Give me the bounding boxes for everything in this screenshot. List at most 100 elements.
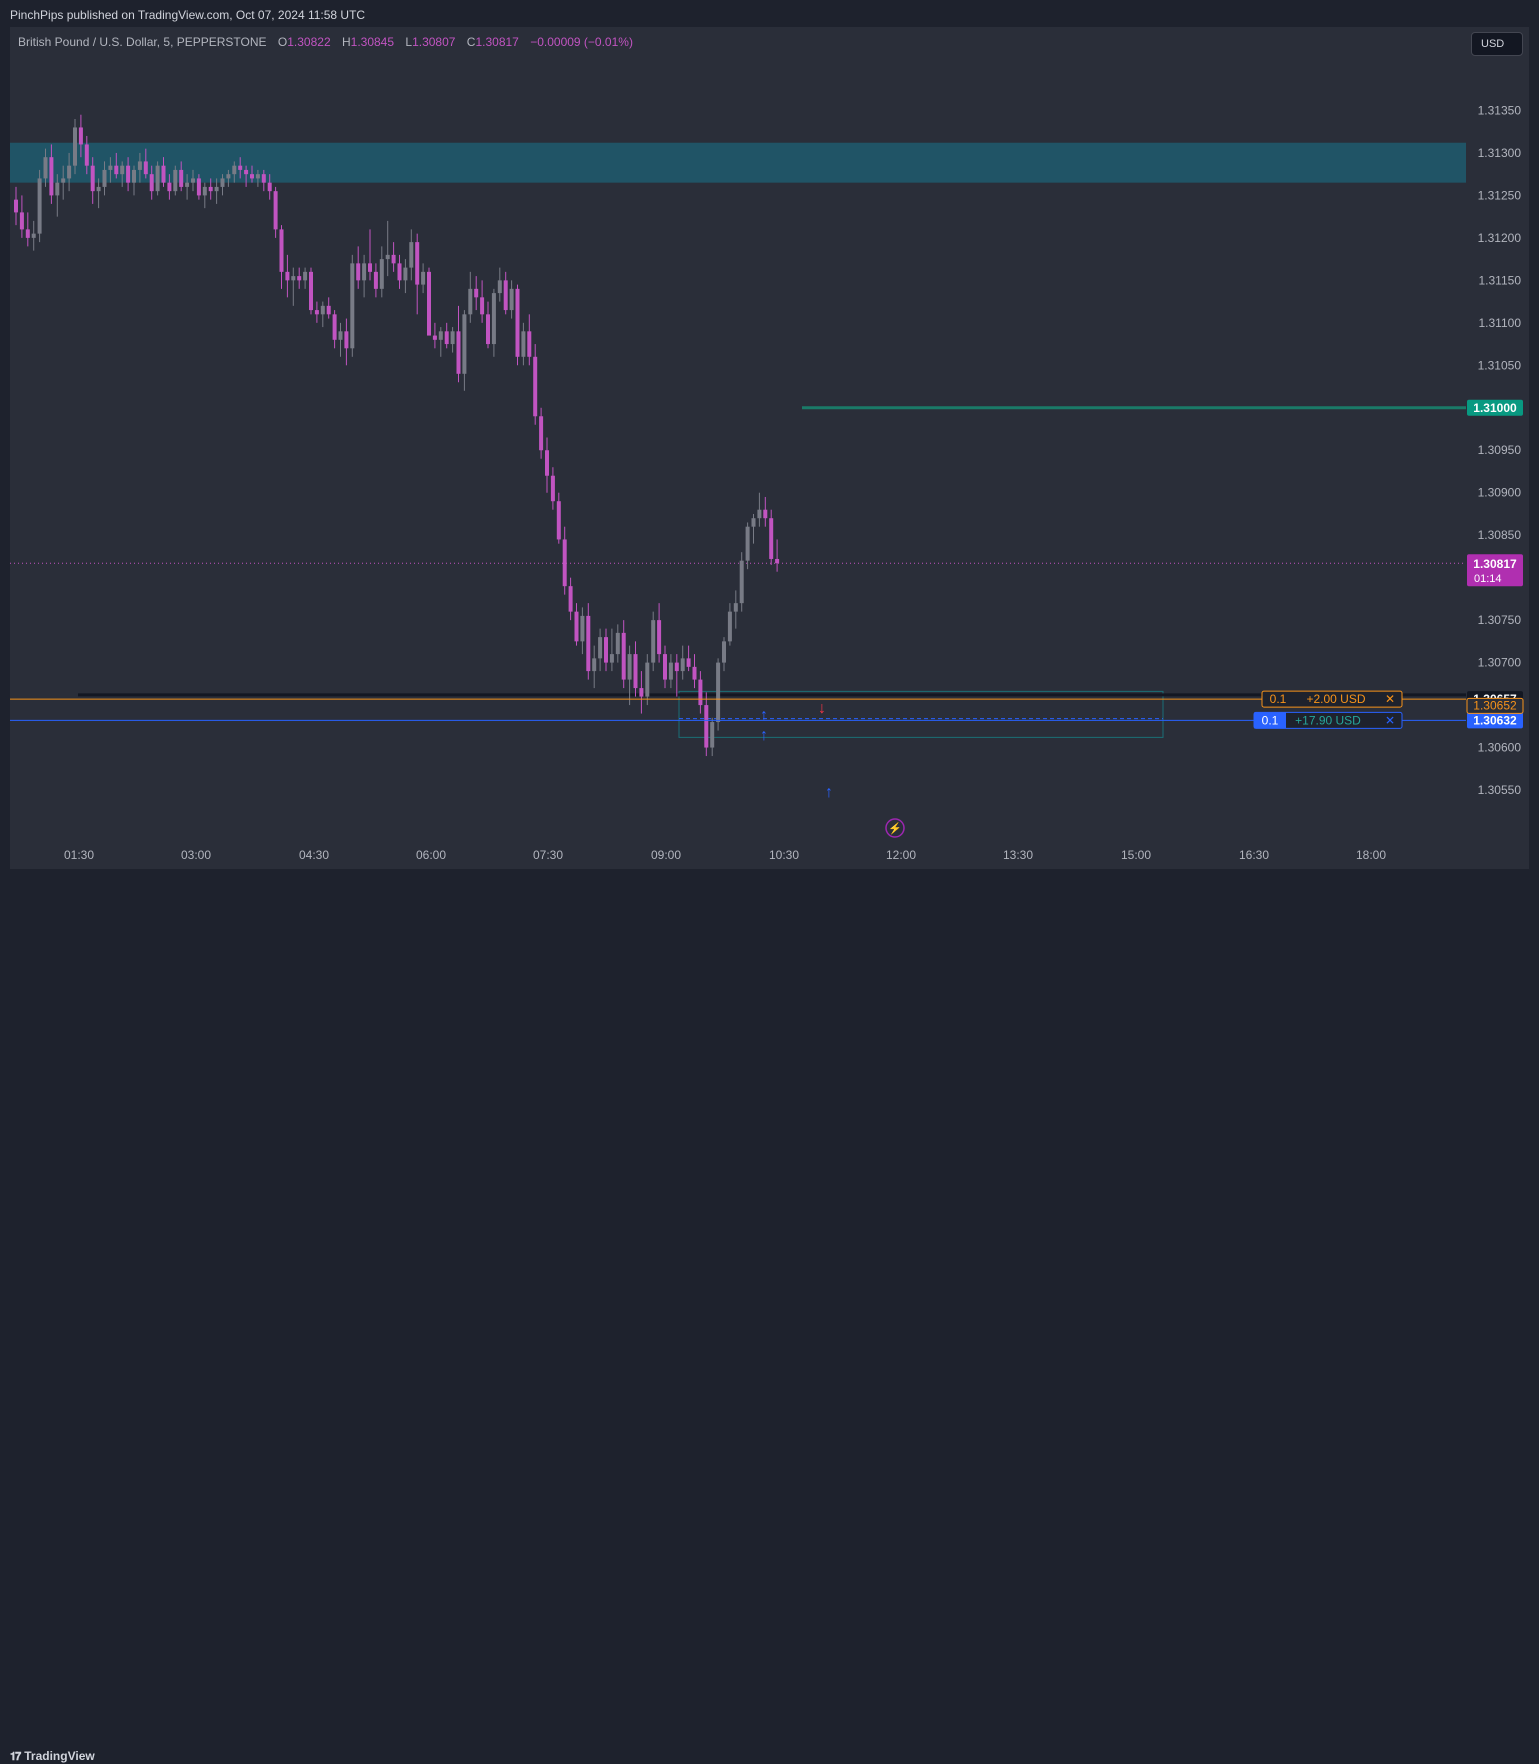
candle-body[interactable] (474, 288, 479, 298)
candle-body[interactable] (739, 560, 744, 604)
candle-body[interactable] (491, 293, 496, 345)
candle-body[interactable] (173, 169, 178, 192)
candle-body[interactable] (155, 165, 160, 192)
candle-body[interactable] (19, 212, 24, 230)
candle-body[interactable] (621, 632, 626, 680)
candle-body[interactable] (545, 450, 549, 476)
candle-body[interactable] (185, 182, 190, 187)
candle-body[interactable] (261, 174, 266, 183)
candle-body[interactable] (450, 331, 455, 345)
candle-body[interactable] (444, 331, 449, 345)
candle-body[interactable] (515, 288, 520, 357)
candle-body[interactable] (733, 603, 738, 612)
candle-body[interactable] (320, 305, 325, 315)
candle-body[interactable] (267, 182, 272, 192)
candle-body[interactable] (143, 161, 148, 175)
candle-body[interactable] (226, 174, 231, 179)
symbol-name[interactable]: British Pound / U.S. Dollar, 5, PEPPERST… (18, 35, 267, 49)
candle-body[interactable] (379, 259, 384, 289)
candle-body[interactable] (663, 654, 667, 680)
candle-body[interactable] (120, 165, 125, 175)
candle-body[interactable] (332, 314, 337, 340)
candle-body[interactable] (232, 165, 237, 175)
tradingview-logo[interactable]: 𝟏𝟕 TradingView (10, 1749, 95, 1764)
candle-body[interactable] (550, 475, 555, 502)
candle-body[interactable] (568, 586, 573, 612)
candle-body[interactable] (114, 165, 119, 175)
candle-body[interactable] (686, 658, 691, 667)
candle-body[interactable] (609, 654, 614, 663)
candle-body[interactable] (108, 165, 113, 170)
candle-body[interactable] (680, 658, 685, 672)
candle-body[interactable] (698, 679, 703, 706)
candle-body[interactable] (438, 331, 443, 340)
candle-body[interactable] (31, 233, 36, 238)
candle-body[interactable] (344, 331, 349, 349)
candle-body[interactable] (592, 658, 597, 672)
candle-body[interactable] (303, 271, 308, 281)
candle-body[interactable] (403, 267, 408, 281)
candle-body[interactable] (191, 178, 195, 183)
candle-body[interactable] (214, 186, 219, 192)
candle-body[interactable] (763, 509, 768, 519)
candle-body[interactable] (639, 688, 644, 697)
candle-body[interactable] (202, 186, 207, 196)
candle-body[interactable] (521, 331, 526, 357)
candle-body[interactable] (391, 254, 396, 264)
candle-body[interactable] (149, 174, 154, 192)
candle-body[interactable] (244, 169, 249, 175)
candle-body[interactable] (757, 509, 762, 519)
candle-body[interactable] (668, 662, 673, 680)
candle-body[interactable] (362, 263, 367, 281)
candle-body[interactable] (409, 242, 414, 268)
candle-body[interactable] (137, 161, 142, 170)
candle-body[interactable] (722, 641, 726, 663)
candle-body[interactable] (179, 169, 184, 187)
candle-body[interactable] (25, 229, 30, 238)
candle-body[interactable] (539, 416, 544, 451)
candle-body[interactable] (462, 314, 467, 374)
candle-body[interactable] (356, 263, 361, 281)
candle-body[interactable] (291, 276, 296, 281)
price-chart[interactable]: 1.31350 1.31300 1.31250 1.31200 1.31150 1.311… (10, 27, 1529, 869)
candle-body[interactable] (273, 191, 278, 230)
candle-body[interactable] (208, 186, 213, 192)
candle-body[interactable] (368, 263, 372, 272)
candle-body[interactable] (250, 174, 254, 179)
candle-body[interactable] (326, 305, 331, 315)
candle-body[interactable] (350, 263, 355, 349)
candle-body[interactable] (67, 165, 72, 179)
candle-body[interactable] (692, 666, 697, 680)
candle-body[interactable] (503, 280, 508, 311)
candle-body[interactable] (615, 632, 620, 655)
support-box[interactable] (678, 690, 1164, 738)
candle-body[interactable] (421, 271, 426, 285)
candle-body[interactable] (309, 271, 313, 311)
candle-body[interactable] (751, 518, 756, 527)
candle-body[interactable] (285, 271, 290, 281)
candle-body[interactable] (14, 199, 18, 213)
candle-body[interactable] (633, 654, 638, 689)
candle-body[interactable] (574, 611, 579, 642)
candle-body[interactable] (598, 637, 603, 659)
candle-body[interactable] (716, 662, 721, 723)
candle-body[interactable] (161, 165, 166, 183)
candle-body[interactable] (167, 182, 172, 192)
candle-body[interactable] (279, 229, 284, 272)
candle-body[interactable] (527, 331, 532, 357)
candle-body[interactable] (102, 169, 107, 187)
candle-body[interactable] (745, 526, 750, 561)
candle-body[interactable] (727, 611, 732, 642)
candle-body[interactable] (43, 157, 48, 179)
candle-body[interactable] (651, 620, 656, 663)
candle-body[interactable] (373, 271, 378, 289)
candle-body[interactable] (562, 539, 567, 587)
candle-body[interactable] (674, 662, 679, 672)
candle-body[interactable] (238, 165, 243, 170)
candle-body[interactable] (509, 288, 514, 311)
candle-body[interactable] (385, 254, 390, 260)
candle-body[interactable] (486, 314, 490, 345)
candle-body[interactable] (90, 165, 95, 192)
candle-body[interactable] (96, 186, 101, 192)
currency-button[interactable]: USD (1471, 32, 1523, 56)
